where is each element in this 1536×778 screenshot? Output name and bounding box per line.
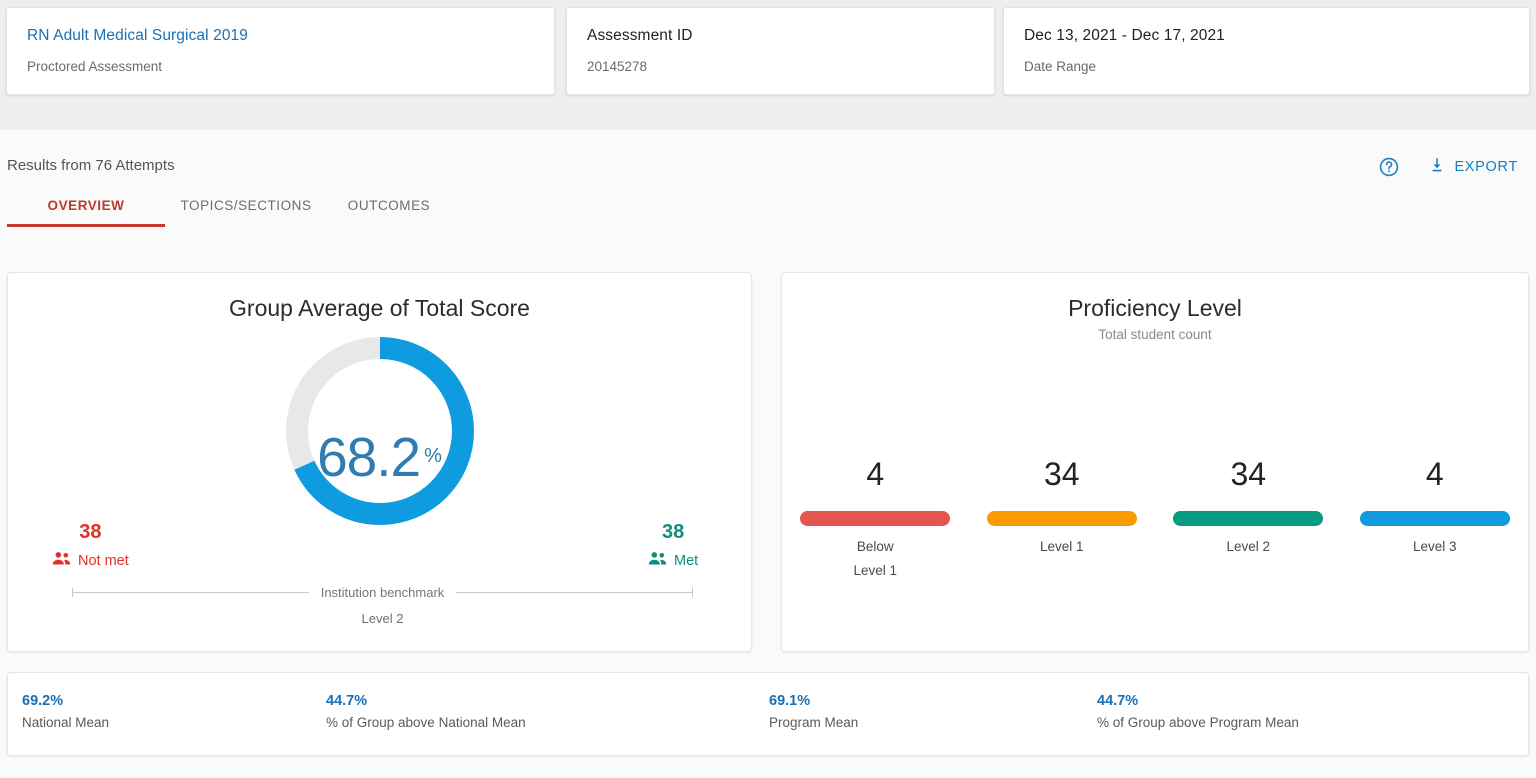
assessment-id-value: 20145278 (587, 59, 648, 74)
proficiency-column-level-2: 34 Level 2 (1168, 455, 1328, 583)
help-circle-icon[interactable] (1378, 156, 1400, 178)
benchmark-rule-left (72, 588, 309, 597)
stat-label: % of Group above Program Mean (1097, 715, 1299, 730)
people-icon (52, 551, 71, 570)
proficiency-label: Below Level 1 (853, 539, 898, 578)
stat-above-program-mean: 44.7% % of Group above Program Mean (1097, 692, 1299, 730)
not-met-count: 38 (79, 521, 102, 543)
proficiency-bar (986, 511, 1137, 526)
tab-outcomes[interactable]: OUTCOMES (327, 192, 451, 227)
export-label: EXPORT (1454, 159, 1518, 175)
not-met-legend: 38 Not met (52, 520, 129, 570)
met-legend: 38 Met (648, 520, 698, 570)
proficiency-level-card: Proficiency Level Total student count 4 … (781, 272, 1529, 652)
assessment-type-label: Proctored Assessment (27, 59, 163, 74)
header-summary-strip: RN Adult Medical Surgical 2019 Proctored… (0, 0, 1536, 130)
stat-program-mean: 69.1% Program Mean (769, 692, 858, 730)
results-count-label: Results from 76 Attempts (7, 157, 175, 174)
stat-label: % of Group above National Mean (326, 715, 526, 730)
proficiency-column-level-1: 34 Level 1 (982, 455, 1142, 583)
date-range-card: Dec 13, 2021 - Dec 17, 2021 Date Range (1003, 7, 1530, 95)
proficiency-label: Level 2 (1226, 539, 1271, 554)
proficiency-label: Level 1 (1039, 539, 1084, 554)
proficiency-count: 4 (1425, 456, 1444, 492)
not-met-label: Not met (78, 552, 129, 569)
assessment-id-heading: Assessment ID (587, 27, 693, 44)
assessment-name-card: RN Adult Medical Surgical 2019 Proctored… (6, 7, 555, 95)
proficiency-bars: 4 Below Level 1 34 Level 1 34 Level 2 4 … (782, 455, 1528, 583)
proficiency-bar (1359, 511, 1510, 526)
export-button[interactable]: EXPORT (1428, 156, 1518, 178)
proficiency-count: 34 (1043, 456, 1080, 492)
proficiency-bar (1173, 511, 1324, 526)
tab-topics-sections[interactable]: TOPICS/SECTIONS (165, 192, 327, 227)
stat-value: 44.7% (1097, 693, 1139, 709)
date-range-value: Dec 13, 2021 - Dec 17, 2021 (1024, 27, 1225, 44)
group-average-card: Group Average of Total Score 68.2% 38 No… (7, 272, 752, 652)
proficiency-title: Proficiency Level (1068, 295, 1242, 321)
assessment-id-card: Assessment ID 20145278 (566, 7, 995, 95)
proficiency-subtitle: Total student count (1098, 327, 1212, 342)
stat-value: 69.2% (22, 693, 64, 709)
summary-stats-card: 69.2% National Mean 44.7% % of Group abo… (7, 672, 1529, 756)
stat-national-mean: 69.2% National Mean (22, 692, 109, 730)
benchmark-label: Institution benchmark (320, 585, 445, 600)
met-label: Met (674, 552, 699, 569)
download-icon (1428, 156, 1446, 178)
stat-above-national-mean: 44.7% % of Group above National Mean (326, 692, 526, 730)
benchmark-value: Level 2 (361, 611, 404, 626)
proficiency-column-below-level-1: 4 Below Level 1 (795, 455, 955, 583)
met-count: 38 (661, 521, 685, 543)
institution-benchmark: Institution benchmark Level 2 (72, 585, 694, 626)
assessment-name-link[interactable]: RN Adult Medical Surgical 2019 (27, 26, 534, 46)
proficiency-count: 4 (866, 456, 885, 492)
stat-label: Program Mean (769, 715, 859, 730)
stat-value: 69.1% (769, 693, 811, 709)
group-average-title: Group Average of Total Score (229, 295, 530, 321)
header-actions: EXPORT (1378, 156, 1518, 178)
proficiency-count: 34 (1230, 456, 1267, 492)
donut-chart (8, 333, 751, 529)
proficiency-column-level-3: 4 Level 3 (1355, 455, 1515, 583)
tab-overview[interactable]: OVERVIEW (7, 192, 165, 227)
people-icon (648, 551, 667, 570)
benchmark-rule-right (456, 588, 694, 597)
results-panel: Results from 76 Attempts OVERVIEW TOPICS… (0, 130, 1536, 778)
stat-value: 44.7% (326, 693, 368, 709)
results-header: Results from 76 Attempts OVERVIEW TOPICS… (0, 130, 1536, 242)
proficiency-bar (800, 511, 951, 526)
date-range-label: Date Range (1024, 59, 1097, 74)
proficiency-label: Level 3 (1412, 539, 1457, 554)
stat-label: National Mean (22, 715, 110, 730)
results-tabs: OVERVIEW TOPICS/SECTIONS OUTCOMES (7, 192, 451, 227)
